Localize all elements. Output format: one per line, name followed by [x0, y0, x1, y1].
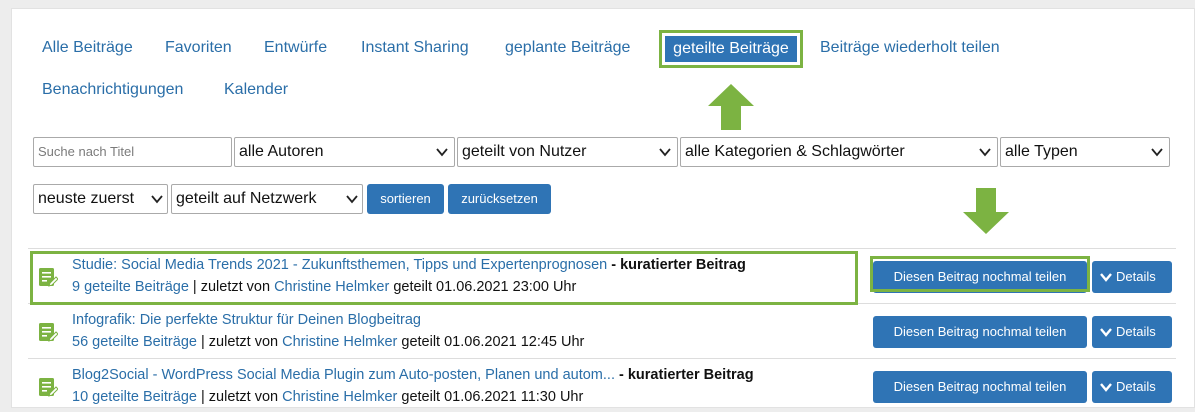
author-select[interactable]: alle Autoren: [234, 137, 455, 167]
tab-geplante-beitraege[interactable]: geplante Beiträge: [505, 38, 630, 58]
post-meta-line: 10 geteilte Beiträge | zuletzt von Chris…: [72, 389, 583, 405]
tab-geteilte-beitraege-highlight: geteilte Beiträge: [659, 30, 803, 68]
share-again-button[interactable]: Diesen Beitrag nochmal teilen: [873, 371, 1087, 403]
search-input[interactable]: Suche nach Titel: [33, 137, 232, 167]
share-again-button[interactable]: Diesen Beitrag nochmal teilen: [873, 316, 1087, 348]
chevron-down-icon: [659, 148, 671, 157]
document-edit-icon: [39, 323, 58, 342]
arrow-up-icon: [708, 84, 754, 130]
post-title-line: Infografik: Die perfekte Struktur für De…: [72, 312, 421, 328]
tab-kalender[interactable]: Kalender: [224, 80, 288, 100]
chevron-down-icon: [436, 148, 448, 157]
tab-benachrichtigungen[interactable]: Benachrichtigungen: [42, 80, 183, 100]
category-select[interactable]: alle Kategorien & Schlagwörter: [680, 137, 998, 167]
post-last-by-label: | zuletzt von: [196, 334, 283, 350]
chevron-down-icon: [979, 148, 991, 157]
chevron-down-icon: [1151, 148, 1163, 157]
post-title-line: Blog2Social - WordPress Social Media Plu…: [72, 367, 754, 383]
type-select[interactable]: alle Typen: [1000, 137, 1170, 167]
chevron-down-icon: [1100, 328, 1112, 337]
chevron-down-icon: [1100, 273, 1112, 282]
details-button[interactable]: Details: [1092, 261, 1172, 293]
list-item: Blog2Social - WordPress Social Media Plu…: [28, 358, 1176, 412]
details-label: Details: [1116, 269, 1156, 284]
post-share-count-link[interactable]: 10 geteilte Beiträge: [72, 389, 197, 405]
tab-alle-beitraege[interactable]: Alle Beiträge: [42, 38, 133, 58]
category-select-value: alle Kategorien & Schlagwörter: [685, 143, 905, 160]
post-title-link[interactable]: Blog2Social - WordPress Social Media Plu…: [72, 367, 615, 383]
post-title-link[interactable]: Infografik: Die perfekte Struktur für De…: [72, 312, 421, 328]
chevron-down-icon: [346, 195, 358, 204]
details-button[interactable]: Details: [1092, 371, 1172, 403]
highlight-frame-post: [30, 251, 858, 305]
network-select-value: geteilt auf Netzwerk: [176, 190, 317, 207]
document-edit-icon: [39, 378, 58, 397]
tab-instant-sharing[interactable]: Instant Sharing: [361, 38, 469, 58]
tab-entwuerfe[interactable]: Entwürfe: [264, 38, 327, 58]
network-select[interactable]: geteilt auf Netzwerk: [171, 184, 363, 214]
chevron-down-icon: [151, 195, 163, 204]
post-author-link[interactable]: Christine Helmker: [282, 389, 397, 405]
post-curated-label: - kuratierter Beitrag: [614, 367, 754, 383]
tab-geteilte-beitraege[interactable]: geteilte Beiträge: [665, 36, 797, 62]
tab-wiederholt-teilen[interactable]: Beiträge wiederholt teilen: [820, 38, 1000, 58]
post-shared-date: geteilt 01.06.2021 11:30 Uhr: [397, 389, 584, 405]
arrow-down-icon: [963, 188, 1009, 234]
post-share-count-link[interactable]: 56 geteilte Beiträge: [72, 334, 197, 350]
tab-favoriten[interactable]: Favoriten: [165, 38, 232, 58]
sort-order-select[interactable]: neuste zuerst: [33, 184, 168, 214]
details-label: Details: [1116, 324, 1156, 339]
sort-order-select-value: neuste zuerst: [38, 190, 135, 207]
type-select-value: alle Typen: [1005, 143, 1078, 160]
highlight-frame-share-button: [870, 256, 1090, 292]
sort-button[interactable]: sortieren: [367, 184, 444, 214]
reset-button[interactable]: zurücksetzen: [448, 184, 551, 214]
details-label: Details: [1116, 379, 1156, 394]
shared-by-select-value: geteilt von Nutzer: [462, 143, 587, 160]
post-shared-date: geteilt 01.06.2021 12:45 Uhr: [397, 334, 585, 350]
list-item: Infografik: Die perfekte Struktur für De…: [28, 303, 1176, 357]
shared-by-select[interactable]: geteilt von Nutzer: [457, 137, 678, 167]
post-author-link[interactable]: Christine Helmker: [282, 334, 397, 350]
chevron-down-icon: [1100, 383, 1112, 392]
post-meta-line: 56 geteilte Beiträge | zuletzt von Chris…: [72, 334, 584, 350]
author-select-value: alle Autoren: [239, 143, 324, 160]
post-last-by-label: | zuletzt von: [196, 389, 283, 405]
details-button[interactable]: Details: [1092, 316, 1172, 348]
